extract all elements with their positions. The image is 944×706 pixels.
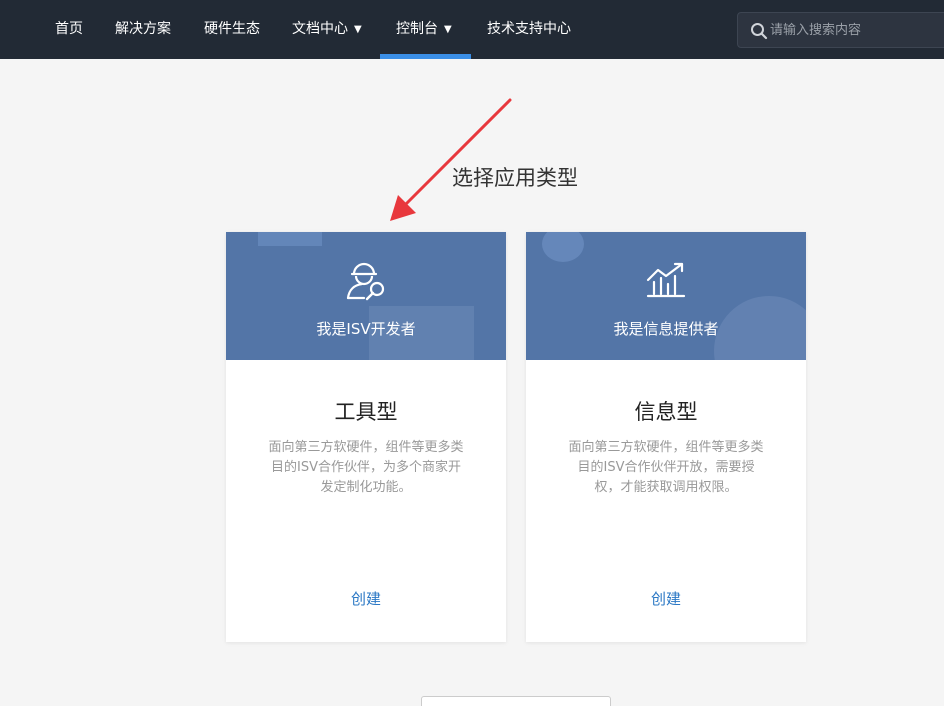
nav-item-label: 解决方案 <box>115 21 171 37</box>
page-title: 选择应用类型 <box>452 166 578 190</box>
create-button[interactable]: 创建 <box>336 588 396 609</box>
nav-item-hardware[interactable]: 硬件生态 <box>204 0 260 59</box>
card-banner: 我是ISV开发者 <box>226 232 506 360</box>
caret-down-icon: ▼ <box>354 24 362 35</box>
caret-down-icon: ▼ <box>444 24 452 35</box>
nav-item-home[interactable]: 首页 <box>55 0 83 59</box>
nav-item-solutions[interactable]: 解决方案 <box>115 0 171 59</box>
app-type-card-info[interactable]: 我是信息提供者 信息型 面向第三方软硬件，组件等更多类目的ISV合作伙伴开放，需… <box>526 232 806 642</box>
nav-item-label: 首页 <box>55 21 83 37</box>
card-banner-label: 我是ISV开发者 <box>316 320 416 338</box>
banner-decoration <box>258 232 322 246</box>
card-banner-label: 我是信息提供者 <box>613 320 719 338</box>
top-nav: 首页 解决方案 硬件生态 文档中心 ▼ 控制台 ▼ 技术支持中心 <box>0 0 944 59</box>
nav-item-label: 文档中心 <box>292 21 348 37</box>
search-box[interactable] <box>737 12 944 48</box>
nav-item-support[interactable]: 技术支持中心 <box>487 0 571 59</box>
nav-item-docs[interactable]: 文档中心 ▼ <box>292 0 362 59</box>
developer-wrench-icon <box>346 262 385 301</box>
search-input[interactable] <box>770 13 944 47</box>
search-icon <box>751 23 768 40</box>
card-banner: 我是信息提供者 <box>526 232 806 360</box>
card-title: 信息型 <box>634 400 698 424</box>
nav-item-label: 控制台 <box>396 21 438 37</box>
app-type-card-tool[interactable]: 我是ISV开发者 工具型 面向第三方软硬件，组件等更多类目的ISV合作伙伴，为多… <box>226 232 506 642</box>
nav-active-indicator <box>380 54 471 59</box>
nav-item-label: 技术支持中心 <box>487 21 571 37</box>
nav-item-label: 硬件生态 <box>204 21 260 37</box>
card-description: 面向第三方软硬件，组件等更多类目的ISV合作伙伴，为多个商家开发定制化功能。 <box>268 440 464 495</box>
card-title: 工具型 <box>334 400 398 424</box>
bottom-button[interactable] <box>421 696 611 706</box>
create-button[interactable]: 创建 <box>636 588 696 609</box>
nav-item-console[interactable]: 控制台 ▼ <box>396 0 452 59</box>
card-description: 面向第三方软硬件，组件等更多类目的ISV合作伙伴开放，需要授权，才能获取调用权限… <box>568 440 764 495</box>
banner-decoration <box>542 232 584 262</box>
chart-growth-icon <box>646 262 686 298</box>
